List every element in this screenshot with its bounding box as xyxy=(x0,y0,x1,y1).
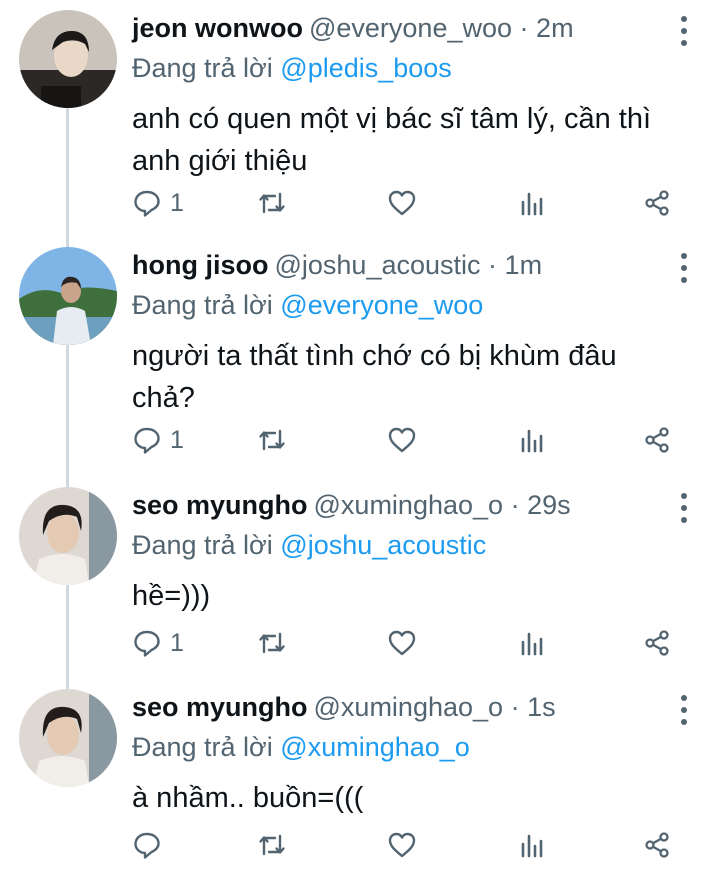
display-name[interactable]: jeon wonwoo xyxy=(132,13,303,43)
retweet-icon xyxy=(259,834,285,856)
stats-button[interactable] xyxy=(517,423,547,457)
mention-link[interactable]: @pledis_boos xyxy=(280,53,452,83)
separator-dot: · xyxy=(510,490,520,520)
share-button[interactable] xyxy=(642,626,672,660)
display-name[interactable]: seo myungho xyxy=(132,490,308,520)
more-vertical-icon[interactable] xyxy=(680,16,688,46)
share-icon xyxy=(645,427,669,453)
avatar-image xyxy=(19,689,117,787)
user-handle[interactable]: @xuminghao_o xyxy=(314,692,504,722)
avatar-image xyxy=(19,487,117,585)
timestamp[interactable]: 29s xyxy=(527,490,571,520)
retweet-button[interactable] xyxy=(257,626,287,660)
tweet-text: hề=))) xyxy=(132,580,211,612)
stats-button[interactable] xyxy=(517,828,547,862)
reply-button[interactable]: 1 xyxy=(132,186,184,220)
replying-to: Đang trả lời @pledis_boos xyxy=(132,50,684,86)
mention-link[interactable]: @joshu_acoustic xyxy=(280,530,486,560)
share-icon xyxy=(645,630,669,656)
avatar[interactable] xyxy=(19,487,117,585)
tweet-header: jeon wonwoo @everyone_woo · 2m xyxy=(132,10,684,46)
heart-icon xyxy=(388,832,416,858)
retweet-button[interactable] xyxy=(257,828,287,862)
user-handle[interactable]: @everyone_woo xyxy=(309,13,512,43)
share-button[interactable] xyxy=(642,423,672,457)
like-button[interactable] xyxy=(387,423,417,457)
replying-to-label: Đang trả lời xyxy=(132,530,273,560)
stats-icon xyxy=(521,834,543,858)
mention-link[interactable]: @everyone_woo xyxy=(280,290,483,320)
stats-icon xyxy=(521,192,543,216)
stats-icon xyxy=(521,429,543,453)
timestamp[interactable]: 1m xyxy=(505,250,543,280)
tweet-actions: 1 xyxy=(132,423,684,457)
tweet-header: hong jisoo @joshu_acoustic · 1m xyxy=(132,247,684,283)
user-handle[interactable]: @xuminghao_o xyxy=(314,490,504,520)
share-icon xyxy=(645,190,669,216)
tweet-text: người ta thất tình chớ có bị khùm đâu ch… xyxy=(132,340,617,414)
display-name[interactable]: hong jisoo xyxy=(132,250,268,280)
reply-button[interactable]: 1 xyxy=(132,423,184,457)
like-button[interactable] xyxy=(387,186,417,220)
reply-button[interactable]: 1 xyxy=(132,626,184,660)
share-button[interactable] xyxy=(642,828,672,862)
retweet-icon xyxy=(259,429,285,451)
user-handle[interactable]: @joshu_acoustic xyxy=(274,250,480,280)
replying-to: Đang trả lời @everyone_woo xyxy=(132,287,684,323)
separator-dot: · xyxy=(519,13,529,43)
share-icon xyxy=(645,832,669,858)
heart-icon xyxy=(388,630,416,656)
avatar-image xyxy=(19,10,117,108)
retweet-icon xyxy=(259,632,285,654)
separator-dot: · xyxy=(510,692,520,722)
thread-line xyxy=(66,108,69,693)
replying-to-label: Đang trả lời xyxy=(132,732,273,762)
reply-icon xyxy=(134,190,160,217)
tweet-actions xyxy=(132,828,684,862)
avatar[interactable] xyxy=(19,247,117,345)
tweet-header: seo myungho @xuminghao_o · 1s xyxy=(132,689,684,725)
more-vertical-icon[interactable] xyxy=(680,695,688,725)
mention-link[interactable]: @xuminghao_o xyxy=(280,732,470,762)
reply-count: 1 xyxy=(170,628,184,657)
timestamp[interactable]: 1s xyxy=(527,692,556,722)
reply-icon xyxy=(134,832,160,859)
retweet-button[interactable] xyxy=(257,186,287,220)
heart-icon xyxy=(388,427,416,453)
replying-to-label: Đang trả lời xyxy=(132,53,273,83)
stats-button[interactable] xyxy=(517,186,547,220)
reply-count: 1 xyxy=(170,188,184,217)
tweet-actions: 1 xyxy=(132,626,684,660)
display-name[interactable]: seo myungho xyxy=(132,692,308,722)
avatar[interactable] xyxy=(19,10,117,108)
share-button[interactable] xyxy=(642,186,672,220)
tweet-text: anh có quen một vị bác sĩ tâm lý, cần th… xyxy=(132,103,652,177)
reply-count: 1 xyxy=(170,425,184,454)
avatar[interactable] xyxy=(19,689,117,787)
retweet-button[interactable] xyxy=(257,423,287,457)
tweet-header: seo myungho @xuminghao_o · 29s xyxy=(132,487,684,523)
separator-dot: · xyxy=(488,250,498,280)
more-vertical-icon[interactable] xyxy=(680,253,688,283)
like-button[interactable] xyxy=(387,828,417,862)
more-vertical-icon[interactable] xyxy=(680,493,688,523)
retweet-icon xyxy=(259,192,285,214)
replying-to-label: Đang trả lời xyxy=(132,290,273,320)
reply-button[interactable] xyxy=(132,828,162,862)
tweet-text: à nhầm.. buồn=((( xyxy=(132,782,364,814)
avatar-image xyxy=(19,247,117,345)
stats-button[interactable] xyxy=(517,626,547,660)
replying-to: Đang trả lời @joshu_acoustic xyxy=(132,527,684,563)
reply-icon xyxy=(134,427,160,454)
timestamp[interactable]: 2m xyxy=(536,13,574,43)
stats-icon xyxy=(521,632,543,656)
like-button[interactable] xyxy=(387,626,417,660)
tweet-actions: 1 xyxy=(132,186,684,220)
reply-icon xyxy=(134,630,160,657)
heart-icon xyxy=(388,190,416,216)
replying-to: Đang trả lời @xuminghao_o xyxy=(132,729,684,765)
